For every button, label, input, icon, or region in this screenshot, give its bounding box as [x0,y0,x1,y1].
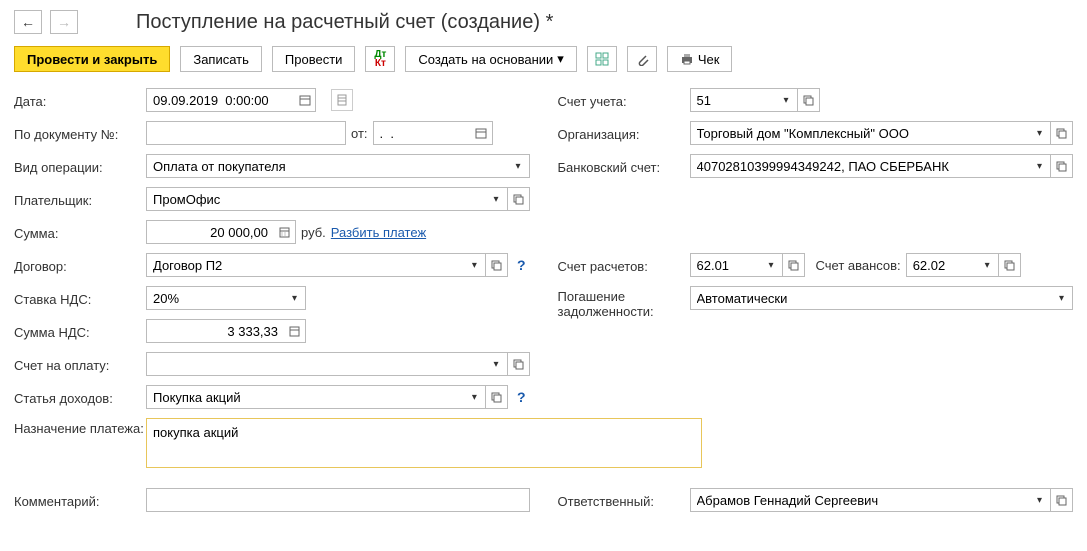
dtkt-icon: ДтКт [374,50,386,68]
settle-label: Счет расчетов: [558,256,690,274]
chevron-down-icon[interactable]: ▾ [761,253,783,277]
open-icon[interactable] [1051,154,1073,178]
comment-input[interactable] [146,488,530,512]
attach-button[interactable] [627,46,657,72]
income-label: Статья доходов: [14,388,146,406]
help-icon[interactable]: ? [513,389,530,405]
invoice-label: Счет на оплату: [14,355,146,373]
date-label: Дата: [14,91,146,109]
chevron-down-icon[interactable]: ▾ [1029,121,1051,145]
open-icon[interactable] [486,385,508,409]
vatrate-label: Ставка НДС: [14,289,146,307]
wait-icon[interactable] [331,89,353,111]
bankacc-input[interactable] [690,154,1030,178]
debt-input[interactable] [690,286,1052,310]
chevron-down-icon: ▾ [557,51,564,67]
account-input[interactable] [690,88,776,112]
comment-label: Комментарий: [14,491,146,509]
docno-label: По документу №: [14,124,146,142]
settle-input[interactable] [690,253,761,277]
purpose-textarea[interactable] [146,418,702,468]
contract-input[interactable] [146,253,464,277]
vatsum-label: Сумма НДС: [14,322,146,340]
advance-input[interactable] [906,253,977,277]
chevron-down-icon[interactable]: ▾ [776,88,798,112]
chevron-down-icon[interactable]: ▾ [1029,488,1051,512]
printer-icon [680,52,694,66]
page-title: Поступление на расчетный счет (создание)… [136,11,553,34]
open-icon[interactable] [1051,488,1073,512]
payer-label: Плательщик: [14,190,146,208]
open-icon[interactable] [508,187,530,211]
create-basis-button[interactable]: Создать на основании ▾ [405,46,576,72]
calendar-icon[interactable] [471,121,493,145]
post-close-button[interactable]: Провести и закрыть [14,46,170,72]
chevron-down-icon[interactable]: ▾ [284,286,306,310]
rub-label: руб. [301,225,326,240]
open-icon[interactable] [999,253,1021,277]
responsible-label: Ответственный: [558,491,690,509]
ot-label: от: [351,126,368,141]
ot-date-input[interactable] [373,121,471,145]
org-input[interactable] [690,121,1030,145]
responsible-input[interactable] [690,488,1030,512]
post-button[interactable]: Провести [272,46,356,72]
org-label: Организация: [558,124,690,142]
bankacc-label: Банковский счет: [558,157,690,175]
cheque-button[interactable]: Чек [667,46,733,72]
open-icon[interactable] [486,253,508,277]
help-icon[interactable]: ? [513,257,530,273]
account-label: Счет учета: [558,91,690,109]
nav-forward-button[interactable]: → [50,10,78,34]
open-icon[interactable] [508,352,530,376]
arrow-left-icon: ← [21,15,35,29]
nav-back-button[interactable]: ← [14,10,42,34]
sum-input[interactable] [146,220,274,244]
open-icon[interactable] [798,88,820,112]
chevron-down-icon[interactable]: ▾ [486,352,508,376]
arrow-right-icon: → [57,15,71,29]
optype-label: Вид операции: [14,157,146,175]
purpose-label: Назначение платежа: [14,418,146,436]
paperclip-icon [635,52,649,66]
optype-input[interactable] [146,154,508,178]
save-button[interactable]: Записать [180,46,262,72]
structure-icon [595,52,609,66]
open-icon[interactable] [783,253,805,277]
chevron-down-icon[interactable]: ▾ [1029,154,1051,178]
invoice-input[interactable] [146,352,486,376]
debt-label: Погашение задолженности: [558,286,690,319]
vatrate-input[interactable] [146,286,284,310]
contract-label: Договор: [14,256,146,274]
calc-icon[interactable] [284,319,306,343]
chevron-down-icon[interactable]: ▾ [1051,286,1073,310]
advance-label: Счет авансов: [816,258,901,273]
date-input[interactable] [146,88,294,112]
income-input[interactable] [146,385,464,409]
payer-input[interactable] [146,187,486,211]
chevron-down-icon[interactable]: ▾ [464,385,486,409]
dtkt-button[interactable]: ДтКт [365,46,395,72]
chevron-down-icon[interactable]: ▾ [486,187,508,211]
split-payment-link[interactable]: Разбить платеж [331,225,426,240]
sum-label: Сумма: [14,223,146,241]
docno-input[interactable] [146,121,346,145]
calc-icon[interactable] [274,220,296,244]
calendar-icon[interactable] [294,88,316,112]
chevron-down-icon[interactable]: ▾ [977,253,999,277]
chevron-down-icon[interactable]: ▾ [508,154,530,178]
open-icon[interactable] [1051,121,1073,145]
chevron-down-icon[interactable]: ▾ [464,253,486,277]
structure-button[interactable] [587,46,617,72]
vatsum-input[interactable] [146,319,284,343]
